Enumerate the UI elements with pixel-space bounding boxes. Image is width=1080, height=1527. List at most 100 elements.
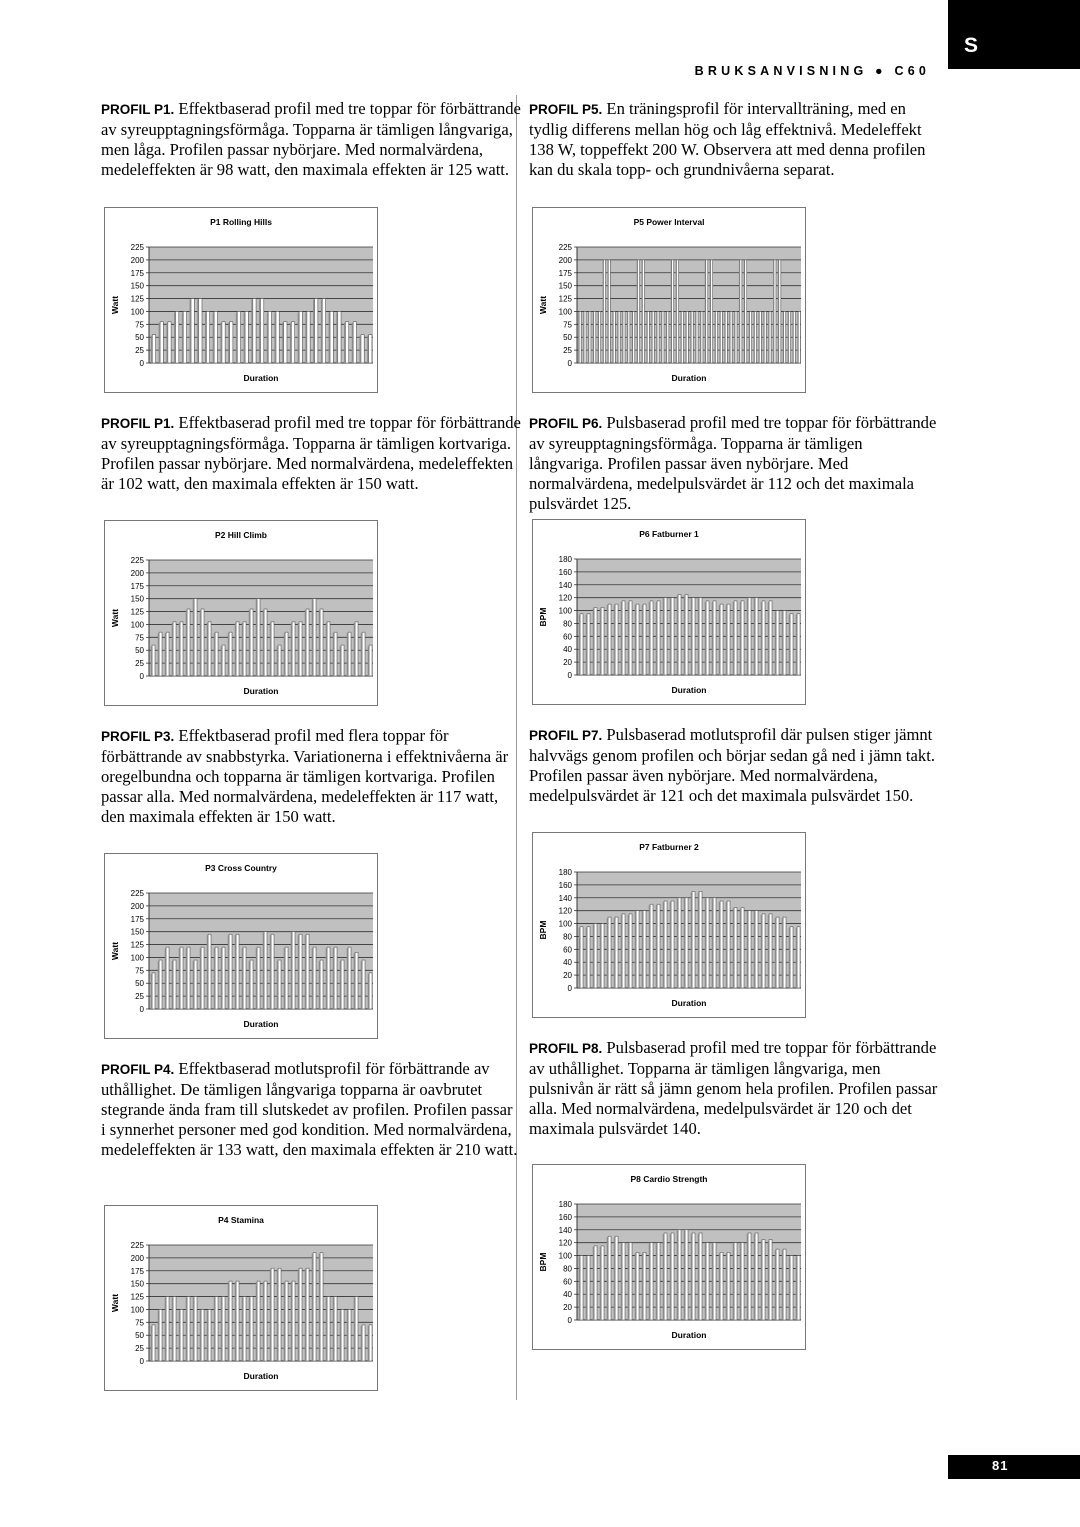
bar (726, 1252, 731, 1321)
y-tick-label: 75 (135, 633, 144, 642)
y-tick-label: 150 (559, 282, 573, 291)
bar (649, 1242, 654, 1321)
bar-shadow (613, 918, 616, 988)
bar-shadow (760, 914, 763, 988)
chart-title: P6 Fatburner 1 (639, 529, 699, 539)
bar (739, 259, 743, 364)
y-axis-label: BPM (538, 921, 548, 940)
y-tick-label: 200 (131, 1254, 145, 1263)
bar (712, 1242, 717, 1321)
bar (754, 910, 759, 989)
bar-shadow (320, 299, 323, 363)
y-tick-label: 0 (568, 1316, 573, 1325)
bar-shadow (683, 898, 686, 988)
bar (775, 610, 780, 676)
bar (270, 1267, 275, 1362)
y-tick-label: 50 (563, 333, 572, 342)
bar (249, 608, 254, 677)
bar-shadow (220, 948, 223, 1009)
bar (221, 644, 226, 677)
y-tick-label: 225 (131, 1241, 145, 1250)
bar-shadow (311, 1253, 314, 1361)
bar-shadow (768, 312, 770, 363)
bar-shadow (767, 601, 770, 675)
bar-shadow (297, 622, 300, 676)
bar-shadow (690, 892, 693, 988)
bar (642, 1252, 647, 1321)
x-axis-label: Duration (244, 1371, 279, 1381)
bar-shadow (641, 911, 644, 988)
bar (782, 610, 787, 676)
bar-shadow (613, 1237, 616, 1320)
bar (329, 311, 334, 364)
y-tick-label: 100 (131, 307, 145, 316)
manual-header: BRUKSANVISNING ● C60 (694, 64, 930, 78)
y-tick-label: 0 (568, 671, 573, 680)
bar-shadow (304, 609, 307, 676)
bar (207, 621, 212, 677)
bar-shadow (274, 312, 276, 363)
bar-shadow (711, 898, 714, 988)
y-tick-label: 160 (559, 881, 573, 890)
y-tick-label: 120 (559, 1239, 573, 1248)
bar-shadow (599, 608, 602, 675)
bar-shadow (150, 1325, 153, 1361)
bar (228, 1280, 233, 1362)
bar-shadow (704, 1243, 707, 1320)
bar (586, 926, 591, 989)
bar-shadow (344, 322, 346, 363)
x-axis-label: Duration (244, 373, 279, 383)
bar-shadow (753, 312, 755, 363)
bar-shadow (220, 646, 223, 676)
bar-shadow (578, 927, 581, 988)
bar (283, 321, 288, 364)
y-tick-label: 75 (135, 1318, 144, 1327)
bar (165, 1296, 170, 1362)
bar (242, 946, 247, 1010)
bar-shadow (255, 1282, 258, 1361)
bar (237, 311, 241, 364)
y-tick-label: 25 (135, 346, 144, 355)
bar (305, 933, 310, 1010)
bar (628, 600, 633, 676)
y-tick-label: 180 (559, 868, 573, 877)
bar (256, 1280, 261, 1362)
y-tick-label: 180 (559, 1200, 573, 1209)
bar (183, 311, 187, 364)
bar (172, 959, 177, 1010)
bar (158, 959, 163, 1010)
bar (614, 1235, 619, 1321)
bar (179, 621, 184, 677)
bar (607, 916, 612, 989)
bar (214, 631, 219, 677)
bar (326, 621, 331, 677)
y-axis-label: Watt (110, 609, 120, 627)
bar (291, 621, 296, 677)
bar (627, 311, 631, 364)
bar (337, 311, 342, 364)
bar-shadow (325, 1297, 328, 1361)
bar-shadow (248, 609, 251, 676)
y-tick-label: 200 (131, 902, 145, 911)
bar (677, 897, 682, 989)
bar (740, 600, 745, 676)
bar-shadow (346, 633, 349, 676)
bar (796, 613, 801, 676)
y-tick-label: 150 (131, 595, 145, 604)
bar-shadow (289, 322, 292, 363)
bar (319, 1252, 324, 1362)
bar-shadow (360, 633, 363, 676)
y-tick-label: 160 (559, 1213, 573, 1222)
bar (175, 311, 180, 364)
bar-shadow (760, 601, 763, 675)
bar (719, 603, 724, 676)
bar-shadow (602, 260, 604, 363)
bar (637, 259, 640, 364)
bar (200, 946, 205, 1010)
bar-shadow (665, 312, 667, 363)
bar (267, 311, 272, 364)
bar (340, 644, 345, 677)
bar-shadow (157, 961, 160, 1009)
bar-shadow (662, 902, 665, 988)
profile-p4-description: PROFIL P4. Effektbaserad motlutsprofil f… (101, 1059, 521, 1160)
